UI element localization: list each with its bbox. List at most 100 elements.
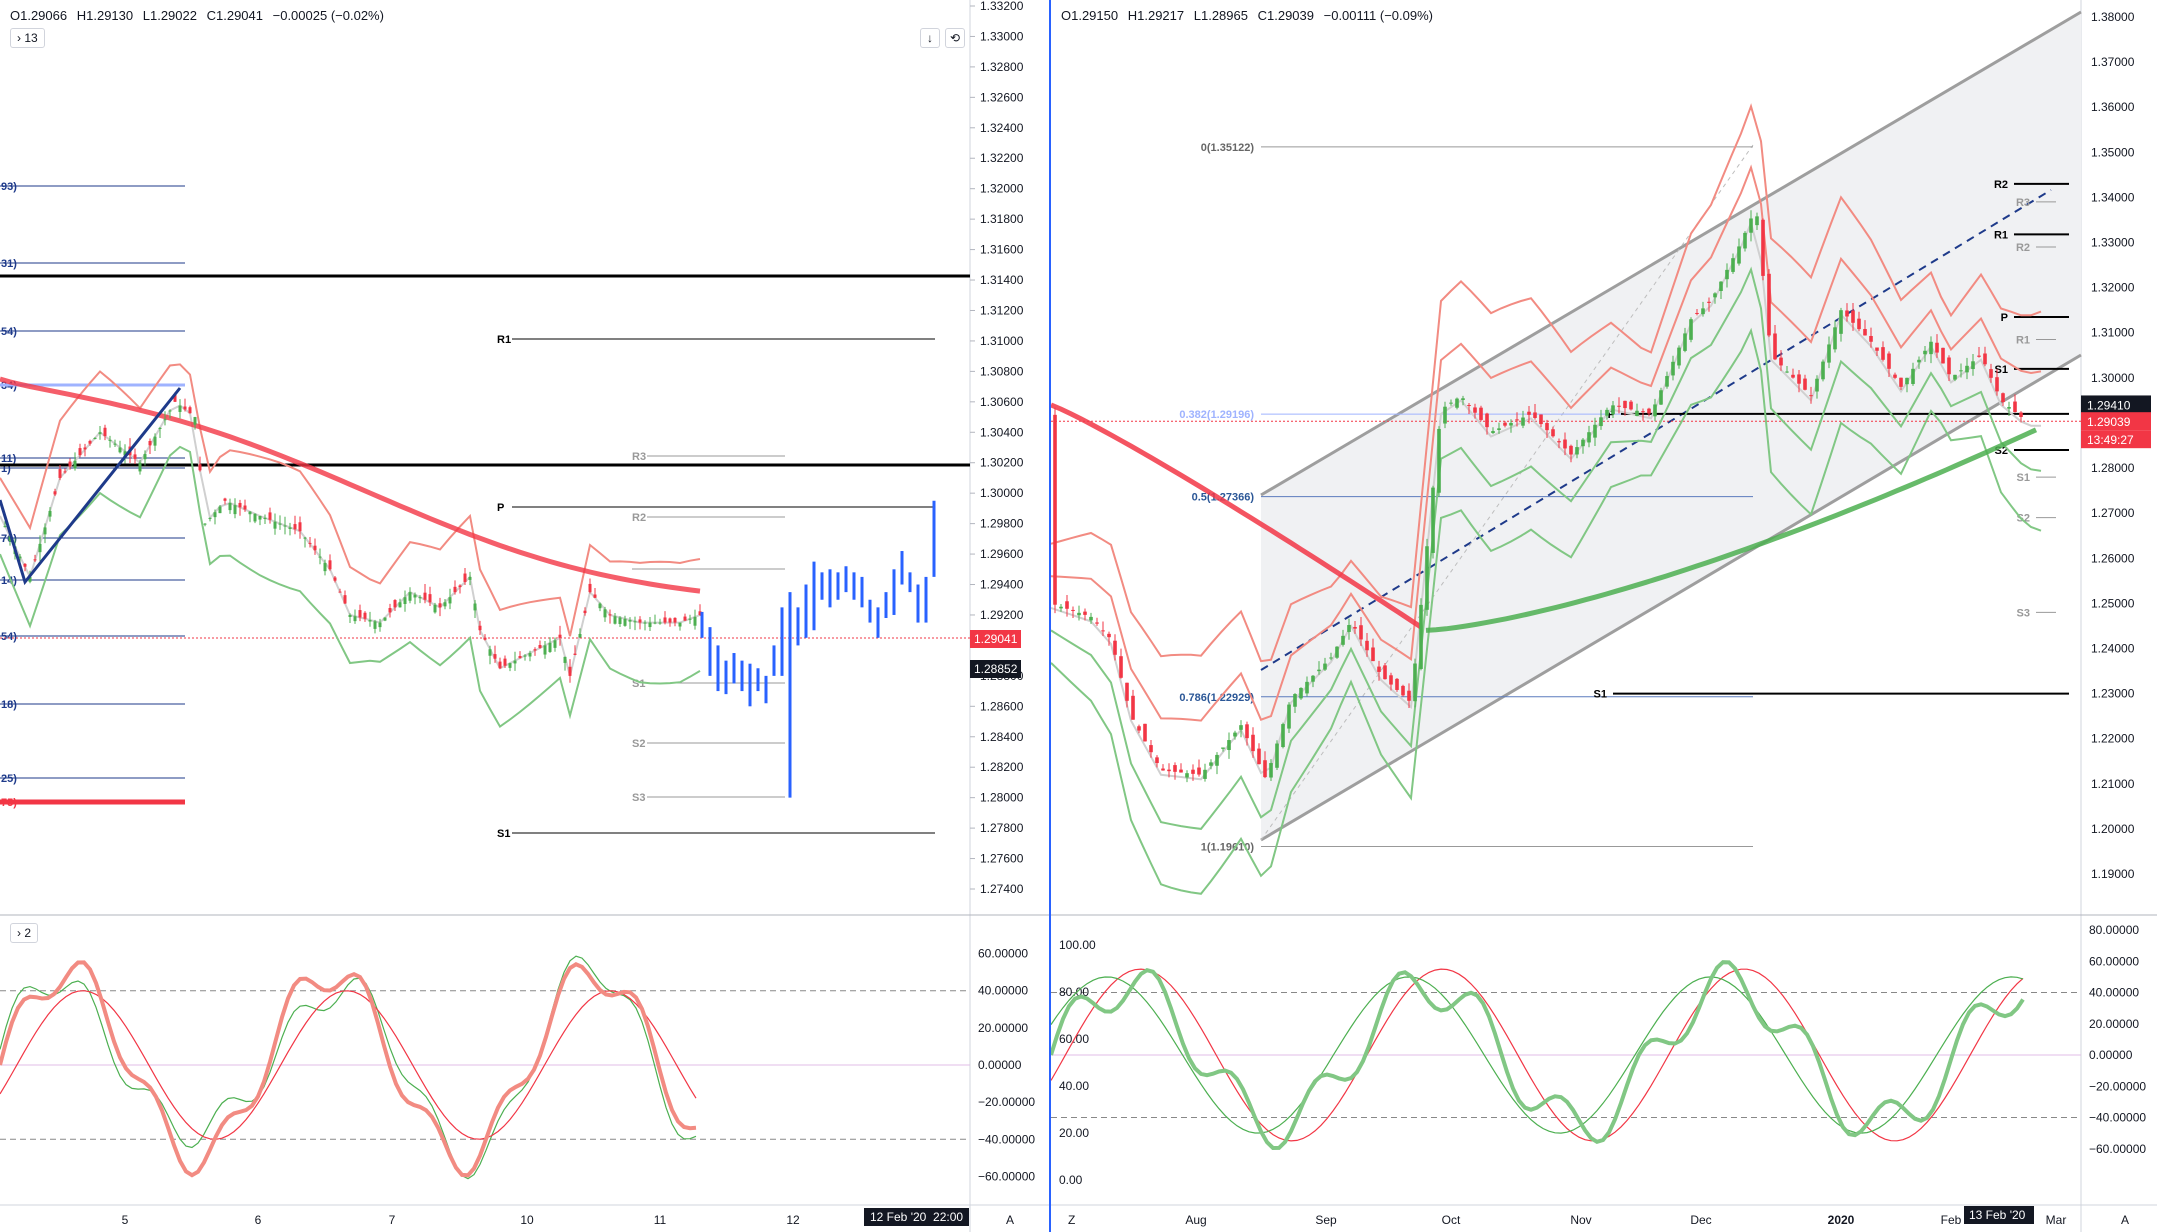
left-candle-body (373, 621, 377, 629)
left-candle-body (103, 427, 107, 437)
chevron-right-icon: › (17, 926, 21, 940)
left-arrow-down-icon[interactable]: ↓ (920, 28, 940, 48)
left-candle-body (318, 556, 322, 558)
left-candle-body (603, 609, 607, 618)
left-candle-body (43, 527, 47, 535)
right-candle-body (1857, 318, 1861, 330)
left-candle-body (223, 498, 227, 501)
right-time-tick-label: Feb (1941, 1213, 1962, 1227)
right-price-tick-label: 1.27000 (2091, 506, 2135, 520)
left-candle-body (163, 419, 167, 421)
left-indicators-toggle[interactable]: › 13 (10, 28, 45, 48)
right-osc-right-tick: 60.00000 (2089, 954, 2139, 968)
left-candle-body (253, 513, 257, 522)
right-osc-left-tick: 40.00 (1059, 1079, 1089, 1093)
right-candle-body (1149, 745, 1153, 753)
left-candle-body (353, 616, 357, 622)
right-osc-right-tick: −40.00000 (2089, 1111, 2146, 1125)
left-fib-level-label: 54) (1, 326, 17, 338)
left-price-tick-label: 1.33000 (980, 29, 1024, 43)
right-candle-body (1215, 754, 1219, 766)
right-close: C1.29039 (1257, 8, 1314, 23)
right-candle-body (1239, 725, 1243, 730)
right-candle-body (1221, 747, 1225, 749)
left-candle-body (288, 527, 292, 529)
right-candle-body (1749, 218, 1753, 233)
right-candle-body (1593, 424, 1597, 438)
right-candle-body (1275, 743, 1279, 768)
left-candle-body (213, 512, 217, 518)
right-candle-body (1587, 432, 1591, 443)
right-candle-body (1839, 310, 1843, 334)
left-candle-body (153, 436, 157, 446)
right-fib-label: 0.382(1.29196) (1179, 409, 1254, 421)
left-osc-tick-label: −40.00000 (978, 1132, 1035, 1146)
left-candle-body (598, 603, 602, 609)
left-fit-screen-icon[interactable]: ⟲ (945, 28, 965, 48)
right-candle-body (1203, 769, 1207, 779)
left-candle-body (498, 661, 502, 669)
right-candle-body (1095, 622, 1099, 624)
right-candle-body (1449, 402, 1453, 404)
left-close: C1.29041 (206, 8, 263, 23)
left-change: −0.00025 (−0.02%) (272, 8, 384, 23)
left-candle-body (553, 640, 557, 648)
left-candle-body (313, 545, 317, 551)
right-price-tick-label: 1.31000 (2091, 326, 2135, 340)
right-candle-body (1713, 293, 1717, 298)
right-candle-body (1515, 419, 1519, 421)
left-osc-toggle[interactable]: › 2 (10, 923, 39, 943)
right-candle-body (1053, 414, 1057, 605)
left-lower-band (0, 445, 701, 729)
right-candle-body (1575, 447, 1579, 455)
left-time: 22:00 (933, 1210, 964, 1224)
right-chart-pane[interactable]: 1.38000 1.37000 1.36000 1.35000 1.34000 1.330… (1051, 0, 2157, 1232)
left-candle-body (183, 406, 187, 410)
right-candle-body (1281, 724, 1285, 748)
right-candle-body (1617, 405, 1621, 407)
right-candle-body (1563, 439, 1567, 449)
right-candle-body (1485, 413, 1489, 428)
right-price-chart[interactable]: 1.38000 1.37000 1.36000 1.35000 1.34000 1.330… (1051, 0, 2157, 1232)
right-candle-body (1683, 333, 1687, 351)
left-time-tick-label: 12 (786, 1213, 800, 1227)
right-candle-body (1245, 724, 1249, 739)
left-candle-body (188, 407, 192, 414)
right-candle-body (1989, 369, 1993, 378)
left-chart-pane[interactable]: 1.33200 1.33000 1.32800 1.32600 1.32400 1.322… (0, 0, 1051, 1232)
right-time-tick-label: 2020 (1828, 1213, 1855, 1227)
left-osc-main (0, 960, 697, 1178)
right-candle-body (1539, 414, 1543, 425)
right-candle-body (1641, 411, 1645, 413)
right-candle-body (1101, 630, 1105, 632)
right-pivot-label: R2 (1994, 179, 2008, 191)
right-candle-body (1863, 329, 1867, 336)
left-candle-body (388, 608, 392, 613)
left-price-tick-label: 1.30200 (980, 456, 1024, 470)
right-candle-body (1443, 406, 1447, 424)
left-ohlc-legend: O1.29066 H1.29130 L1.29022 C1.29041 −0.0… (10, 8, 390, 23)
right-price-tick-label: 1.25000 (2091, 596, 2135, 610)
left-date-tag: 12 Feb '20 22:00 (864, 1208, 970, 1226)
left-pivot-label: R2 (632, 512, 646, 524)
left-price-tick-label: 1.29600 (980, 547, 1024, 561)
left-price-chart[interactable]: 1.33200 1.33000 1.32800 1.32600 1.32400 1.322… (0, 0, 1049, 1232)
right-candle-body (1233, 732, 1237, 737)
right-candle-body (1419, 604, 1423, 669)
right-time-tick-label: Aug (1185, 1213, 1206, 1227)
right-osc-right-tick: −60.00000 (2089, 1142, 2146, 1156)
right-pivot-label: S1 (1594, 689, 1607, 701)
left-candle-body (293, 524, 297, 530)
right-candle-body (1509, 422, 1513, 426)
right-candle-body (1401, 685, 1405, 696)
left-candle-body (63, 471, 67, 473)
left-candle-body (628, 620, 632, 622)
left-candle-body (433, 604, 437, 613)
left-last-price: 1.29041 (974, 632, 1018, 646)
left-candle-body (678, 622, 682, 627)
right-fib-label: 0(1.35122) (1201, 142, 1255, 154)
right-price-tick-label: 1.37000 (2091, 55, 2135, 69)
left-price-tick-label: 1.29200 (980, 608, 1024, 622)
left-price-tick-label: 1.27800 (980, 821, 1024, 835)
right-candle-body (1527, 411, 1531, 415)
